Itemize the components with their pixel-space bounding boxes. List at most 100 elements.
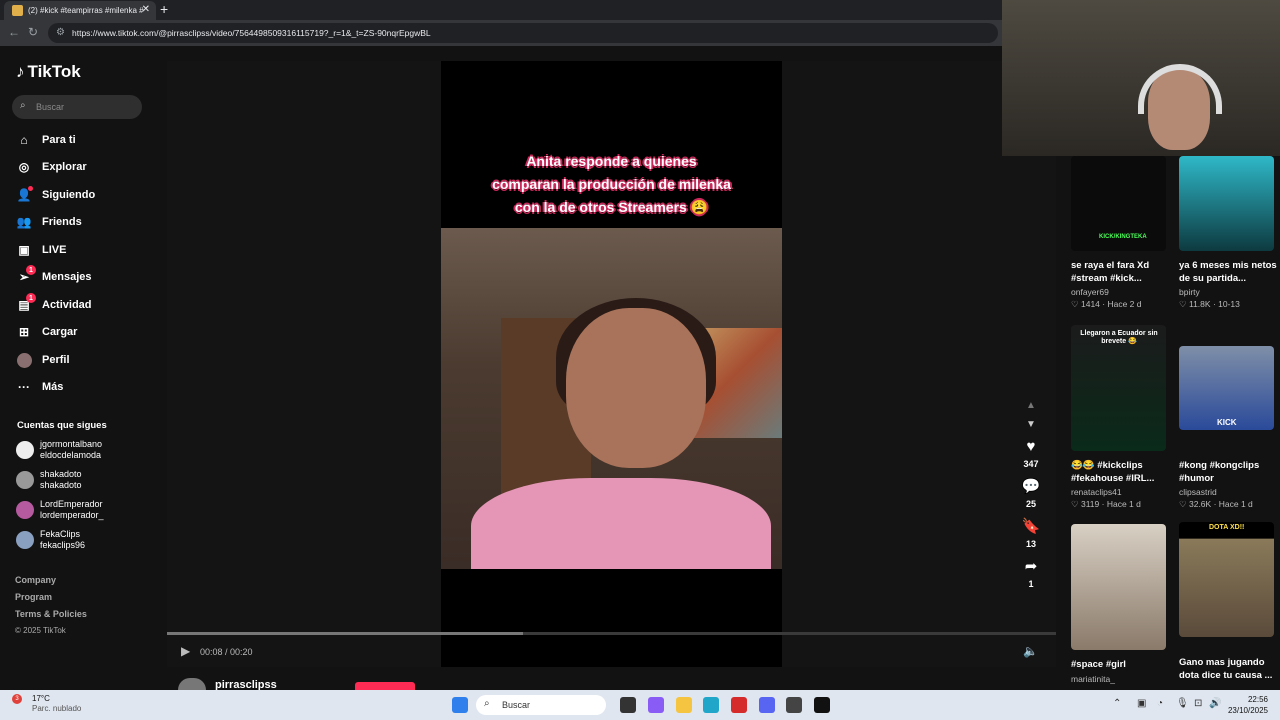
card-author: bpirty bbox=[1179, 287, 1200, 297]
footer-link[interactable]: Company bbox=[15, 575, 56, 585]
file-explorer-icon[interactable] bbox=[676, 697, 692, 713]
site-info-icon[interactable]: ⚙ bbox=[56, 27, 65, 38]
sidebar-item-cargar[interactable]: ⊞ Cargar bbox=[16, 322, 156, 342]
video-content bbox=[441, 228, 782, 569]
card-title: Gano mas jugando dota dice tu causa ... bbox=[1179, 657, 1273, 681]
recommended-card[interactable]: #space #girl mariatinita_ bbox=[1071, 524, 1171, 684]
app-icon[interactable] bbox=[731, 697, 747, 713]
search-placeholder: Buscar bbox=[36, 102, 65, 112]
volume-icon[interactable]: 🔈 bbox=[1023, 644, 1038, 658]
obs-icon[interactable] bbox=[786, 697, 802, 713]
video-player[interactable]: Anita responde a quienes comparan la pro… bbox=[167, 61, 1056, 667]
card-author: renataclips41 bbox=[1071, 487, 1122, 497]
tiktok-logo[interactable]: ♪ TikTok bbox=[16, 62, 81, 82]
card-title: ya 6 meses mis netos de su partida... bbox=[1179, 260, 1277, 284]
sidebar-item-perfil[interactable]: Perfil bbox=[16, 350, 156, 370]
close-tab-icon[interactable]: ✕ bbox=[142, 4, 150, 15]
taskbar-search-label: Buscar bbox=[502, 700, 531, 710]
following-account[interactable]: jgormontalbano eldocdelamoda bbox=[16, 439, 102, 461]
following-account[interactable]: LordEmperador lordemperador_ bbox=[16, 499, 104, 521]
progress-bar[interactable] bbox=[167, 632, 1056, 635]
copilot-icon[interactable] bbox=[648, 697, 664, 713]
back-icon[interactable]: ← bbox=[8, 25, 20, 39]
comment-icon[interactable]: 💬 bbox=[1016, 477, 1046, 495]
avatar bbox=[16, 501, 34, 519]
clock[interactable]: 22:56 23/10/2025 bbox=[1228, 694, 1268, 716]
recommended-card[interactable]: Llegaron a Ecuador sin brevete 😂 😂😂 #kic… bbox=[1071, 325, 1171, 510]
share-icon[interactable]: ➦ bbox=[1016, 557, 1046, 575]
sidebar-item-label: Siguiendo bbox=[42, 189, 96, 201]
card-title: #space #girl bbox=[1071, 659, 1126, 670]
video-caption: Anita responde a quienes comparan la pro… bbox=[492, 153, 731, 215]
mic-icon[interactable]: 🎙 bbox=[1176, 698, 1189, 709]
recommended-card[interactable]: KICK/KINGTEKA se raya el fara Xd #stream… bbox=[1071, 156, 1171, 310]
chevron-down-icon[interactable]: ▼ bbox=[1016, 419, 1046, 430]
sidebar-item-label: Para ti bbox=[42, 134, 76, 146]
footer-link[interactable]: Program bbox=[15, 592, 52, 602]
new-tab-icon[interactable]: + bbox=[160, 1, 168, 17]
recommended-card[interactable]: DOTA XD!! Gano mas jugando dota dice tu … bbox=[1179, 522, 1279, 682]
sidebar-item-mensajes[interactable]: ➢ 1 Mensajes bbox=[16, 265, 156, 287]
weather-widget[interactable]: 3 17°C Parc. nublado bbox=[12, 694, 81, 714]
account-handle: shakadoto bbox=[40, 480, 82, 490]
follow-button[interactable] bbox=[355, 682, 415, 690]
app-icon[interactable] bbox=[814, 697, 830, 713]
sidebar-item-siguiendo[interactable]: 👤 Siguiendo bbox=[16, 185, 156, 205]
recommended-card[interactable]: KICK #kong #kongclips #humor clipsastrid… bbox=[1179, 346, 1279, 510]
wifi-icon[interactable]: ◔ bbox=[1157, 698, 1163, 709]
card-thumbnail bbox=[1071, 524, 1166, 650]
task-view-icon[interactable] bbox=[620, 697, 636, 713]
tab-favicon-icon bbox=[12, 5, 23, 16]
card-thumbnail: KICK/KINGTEKA bbox=[1071, 156, 1166, 251]
url-text: https://www.tiktok.com/@pirrasclipss/vid… bbox=[72, 28, 431, 38]
account-name: shakadoto bbox=[40, 469, 82, 479]
address-bar[interactable]: ⚙ https://www.tiktok.com/@pirrasclipss/v… bbox=[48, 23, 998, 43]
card-meta: ♡ 1414 · Hace 2 d bbox=[1071, 299, 1142, 309]
heart-icon[interactable]: ♥ bbox=[1016, 438, 1046, 455]
account-handle: fekaclips96 bbox=[40, 540, 86, 550]
user-plus-icon: 👤 bbox=[16, 186, 33, 202]
card-meta: ♡ 11.8K · 10-13 bbox=[1179, 299, 1240, 309]
recommended-card[interactable]: ya 6 meses mis netos de su partida... bp… bbox=[1179, 156, 1279, 310]
following-account[interactable]: FekaClips fekaclips96 bbox=[16, 529, 85, 551]
edge-icon[interactable] bbox=[703, 697, 719, 713]
tray-app-icon[interactable]: ▣ bbox=[1137, 698, 1146, 709]
following-account[interactable]: shakadoto shakadoto bbox=[16, 469, 82, 491]
reload-icon[interactable]: ↻ bbox=[28, 25, 38, 39]
card-meta: ♡ 32.6K · Hace 1 d bbox=[1179, 499, 1253, 509]
clock-date: 23/10/2025 bbox=[1227, 706, 1268, 715]
comment-count: 25 bbox=[1025, 499, 1036, 509]
tray-chevron-icon[interactable]: ⌃ bbox=[1113, 698, 1121, 709]
browser-tab[interactable]: (2) #kick #teampirras #milenka # ✕ bbox=[4, 1, 156, 20]
webcam-overlay bbox=[1002, 0, 1280, 156]
sidebar-item-label: Cargar bbox=[42, 326, 78, 338]
card-title: #kong #kongclips #humor bbox=[1179, 460, 1260, 484]
chevron-up-icon[interactable]: ▲ bbox=[1016, 400, 1046, 411]
like-count: 347 bbox=[1023, 459, 1039, 469]
taskbar-search[interactable]: ⌕ Buscar bbox=[476, 695, 606, 715]
play-icon[interactable]: ▶ bbox=[181, 644, 190, 658]
sidebar-item-label: Mensajes bbox=[42, 271, 92, 283]
thumb-text: DOTA XD!! bbox=[1209, 524, 1245, 531]
action-bar: ▲ ▼ ♥ 347 💬 25 🔖 13 ➦ 1 bbox=[1016, 400, 1046, 597]
sidebar-item-friends[interactable]: 👥 Friends bbox=[16, 212, 156, 232]
volume-icon[interactable]: 🔊 bbox=[1209, 698, 1221, 709]
network-icon[interactable]: ⊡ bbox=[1194, 698, 1202, 709]
upload-icon: ⊞ bbox=[18, 325, 30, 339]
footer-link[interactable]: Terms & Policies bbox=[15, 609, 87, 619]
home-icon: ⌂ bbox=[20, 133, 28, 147]
account-name: jgormontalbano bbox=[40, 439, 103, 449]
sidebar-item-live[interactable]: ▣ LIVE bbox=[16, 240, 156, 260]
discord-icon[interactable] bbox=[759, 697, 775, 713]
sidebar-item-para-ti[interactable]: ⌂ Para ti bbox=[16, 130, 156, 150]
card-author: onfayer69 bbox=[1071, 287, 1109, 297]
sidebar: ♪ TikTok ⌕ Buscar ⌂ Para ti ◎ Explorar 👤… bbox=[0, 46, 158, 690]
sidebar-item-mas[interactable]: ··· Más bbox=[16, 377, 156, 397]
sidebar-item-actividad[interactable]: ▤ 1 Actividad bbox=[16, 293, 156, 315]
dot-indicator bbox=[28, 186, 33, 191]
windows-start-icon[interactable] bbox=[452, 697, 468, 713]
search-input[interactable]: ⌕ Buscar bbox=[12, 95, 142, 119]
author-avatar[interactable] bbox=[178, 678, 206, 690]
sidebar-item-explorar[interactable]: ◎ Explorar bbox=[16, 157, 156, 177]
bookmark-icon[interactable]: 🔖 bbox=[1016, 517, 1046, 535]
